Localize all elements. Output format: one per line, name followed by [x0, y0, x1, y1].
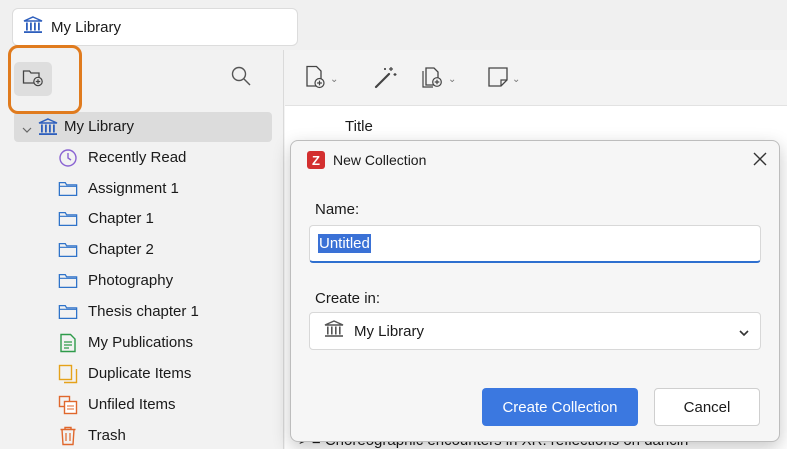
folder-icon	[58, 180, 78, 198]
close-button[interactable]	[749, 149, 771, 171]
zotero-logo-icon: Z	[307, 151, 325, 169]
new-item-button[interactable]: ⌄	[305, 65, 339, 93]
new-collection-button[interactable]	[14, 62, 52, 96]
tree-item-duplicate-items[interactable]: Duplicate Items	[0, 359, 284, 389]
chevron-down-icon	[738, 325, 750, 342]
folder-icon	[58, 241, 78, 259]
cancel-button[interactable]: Cancel	[654, 388, 760, 426]
add-by-identifier-button[interactable]	[373, 66, 399, 92]
tree-item-label: Trash	[88, 427, 126, 444]
name-label: Name:	[315, 201, 360, 218]
unfiled-icon	[58, 395, 78, 415]
tab-label: My Library	[51, 18, 122, 36]
tree-item-label: Duplicate Items	[88, 365, 192, 382]
dialog-title-bar: Z New Collection	[291, 141, 779, 181]
chevron-down-icon: ⌄	[512, 73, 521, 85]
search-collections-button[interactable]	[228, 64, 254, 92]
tree-item-label: Recently Read	[88, 149, 187, 166]
magic-wand-icon	[373, 64, 399, 94]
items-toolbar: ⌄ ⌄ ⌄	[285, 50, 787, 106]
collections-toolbar	[0, 50, 284, 106]
create-in-select[interactable]: My Library	[309, 312, 761, 350]
tree-item-label: Chapter 1	[88, 210, 154, 227]
chevron-down-icon[interactable]	[22, 121, 32, 138]
folder-icon	[58, 272, 78, 290]
tree-item-label: My Library	[64, 118, 135, 135]
library-icon	[324, 320, 344, 342]
create-collection-button[interactable]: Create Collection	[482, 388, 638, 426]
collection-name-input[interactable]: Untitled	[309, 225, 761, 263]
search-icon	[230, 65, 252, 91]
folder-icon	[58, 210, 78, 228]
clock-icon	[58, 149, 78, 167]
tree-item-recently-read[interactable]: Recently Read	[0, 143, 284, 173]
collections-pane: My Library Recently Read Assignment 1 Ch…	[0, 50, 284, 449]
new-note-button[interactable]: ⌄	[487, 66, 520, 92]
new-item-icon	[305, 65, 327, 93]
duplicate-icon	[58, 364, 78, 384]
tree-item-trash[interactable]: Trash	[0, 421, 284, 449]
tree-item-label: Photography	[88, 272, 174, 289]
folder-icon	[58, 303, 78, 321]
collection-name-value: Untitled	[318, 234, 371, 253]
column-header-title[interactable]: Title	[345, 118, 373, 135]
tree-item-my-publications[interactable]: My Publications	[0, 328, 284, 358]
library-icon	[38, 118, 58, 136]
tree-item-label: Unfiled Items	[88, 396, 176, 413]
tree-item-thesis-chapter-1[interactable]: Thesis chapter 1	[0, 297, 284, 327]
new-collection-dialog: Z New Collection Name: Untitled Create i…	[290, 140, 780, 442]
chevron-down-icon: ⌄	[330, 73, 339, 85]
publications-icon	[58, 333, 78, 353]
add-attachment-button[interactable]: ⌄	[421, 66, 456, 92]
tree-item-my-library[interactable]: My Library	[0, 112, 284, 142]
tree-item-chapter-1[interactable]: Chapter 1	[0, 204, 284, 234]
tab-my-library[interactable]: My Library	[12, 8, 298, 46]
chevron-down-icon: ⌄	[448, 73, 457, 85]
new-collection-icon	[22, 67, 44, 91]
library-icon	[23, 16, 43, 38]
tree-item-photography[interactable]: Photography	[0, 266, 284, 296]
close-icon	[753, 150, 767, 171]
tab-bar: My Library	[0, 0, 787, 50]
tree-item-chapter-2[interactable]: Chapter 2	[0, 235, 284, 265]
tree-item-label: My Publications	[88, 334, 194, 351]
tree-item-label: Thesis chapter 1	[88, 303, 199, 320]
add-attachment-icon	[421, 65, 445, 93]
new-note-icon	[487, 66, 509, 92]
tree-item-label: Chapter 2	[88, 241, 154, 258]
dialog-title: New Collection	[333, 152, 427, 168]
tree-item-assignment-1[interactable]: Assignment 1	[0, 174, 284, 204]
tree-item-unfiled-items[interactable]: Unfiled Items	[0, 390, 284, 420]
tree-item-label: Assignment 1	[88, 180, 179, 197]
create-in-label: Create in:	[315, 290, 381, 307]
create-in-value: My Library	[354, 322, 425, 340]
trash-icon	[58, 426, 78, 446]
